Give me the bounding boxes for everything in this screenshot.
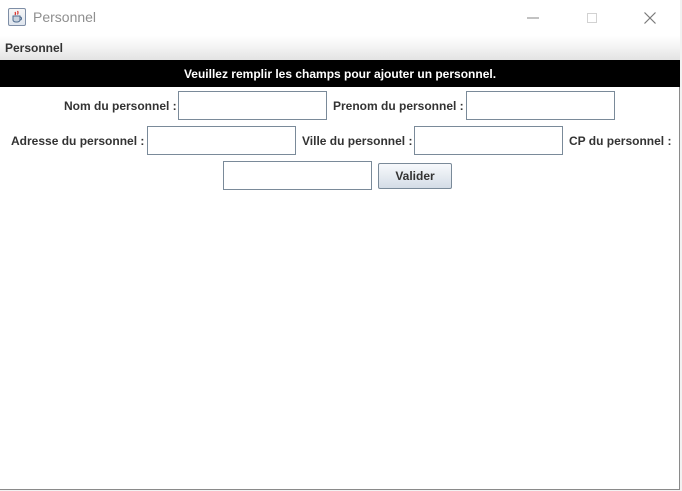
- menu-personnel[interactable]: Personnel: [5, 41, 63, 55]
- nom-label: Nom du personnel :: [64, 99, 177, 113]
- ville-label: Ville du personnel :: [302, 134, 413, 148]
- window-title: Personnel: [33, 9, 97, 25]
- close-button[interactable]: [627, 0, 673, 36]
- maximize-button[interactable]: [569, 0, 615, 36]
- adresse-field[interactable]: [147, 126, 296, 155]
- prenom-field[interactable]: [466, 91, 615, 120]
- title-bar[interactable]: Personnel: [0, 0, 680, 36]
- cp-label: CP du personnel :: [569, 134, 672, 148]
- nom-field[interactable]: [178, 91, 327, 120]
- menu-bar: Personnel: [0, 36, 680, 60]
- prenom-label: Prenom du personnel :: [333, 99, 464, 113]
- instruction-banner: Veuillez remplir les champs pour ajouter…: [0, 60, 680, 87]
- cp-field[interactable]: [223, 161, 372, 190]
- adresse-label: Adresse du personnel :: [11, 134, 145, 148]
- maximize-icon: [587, 13, 597, 23]
- ville-field[interactable]: [414, 126, 563, 155]
- validate-button[interactable]: Valider: [378, 163, 452, 189]
- instruction-text: Veuillez remplir les champs pour ajouter…: [183, 67, 497, 81]
- minimize-icon: [527, 17, 539, 19]
- java-cup-icon: [8, 8, 26, 26]
- app-window: Personnel Personnel Veuillez remplir les…: [0, 0, 680, 490]
- close-icon: [644, 12, 656, 24]
- minimize-button[interactable]: [510, 0, 556, 36]
